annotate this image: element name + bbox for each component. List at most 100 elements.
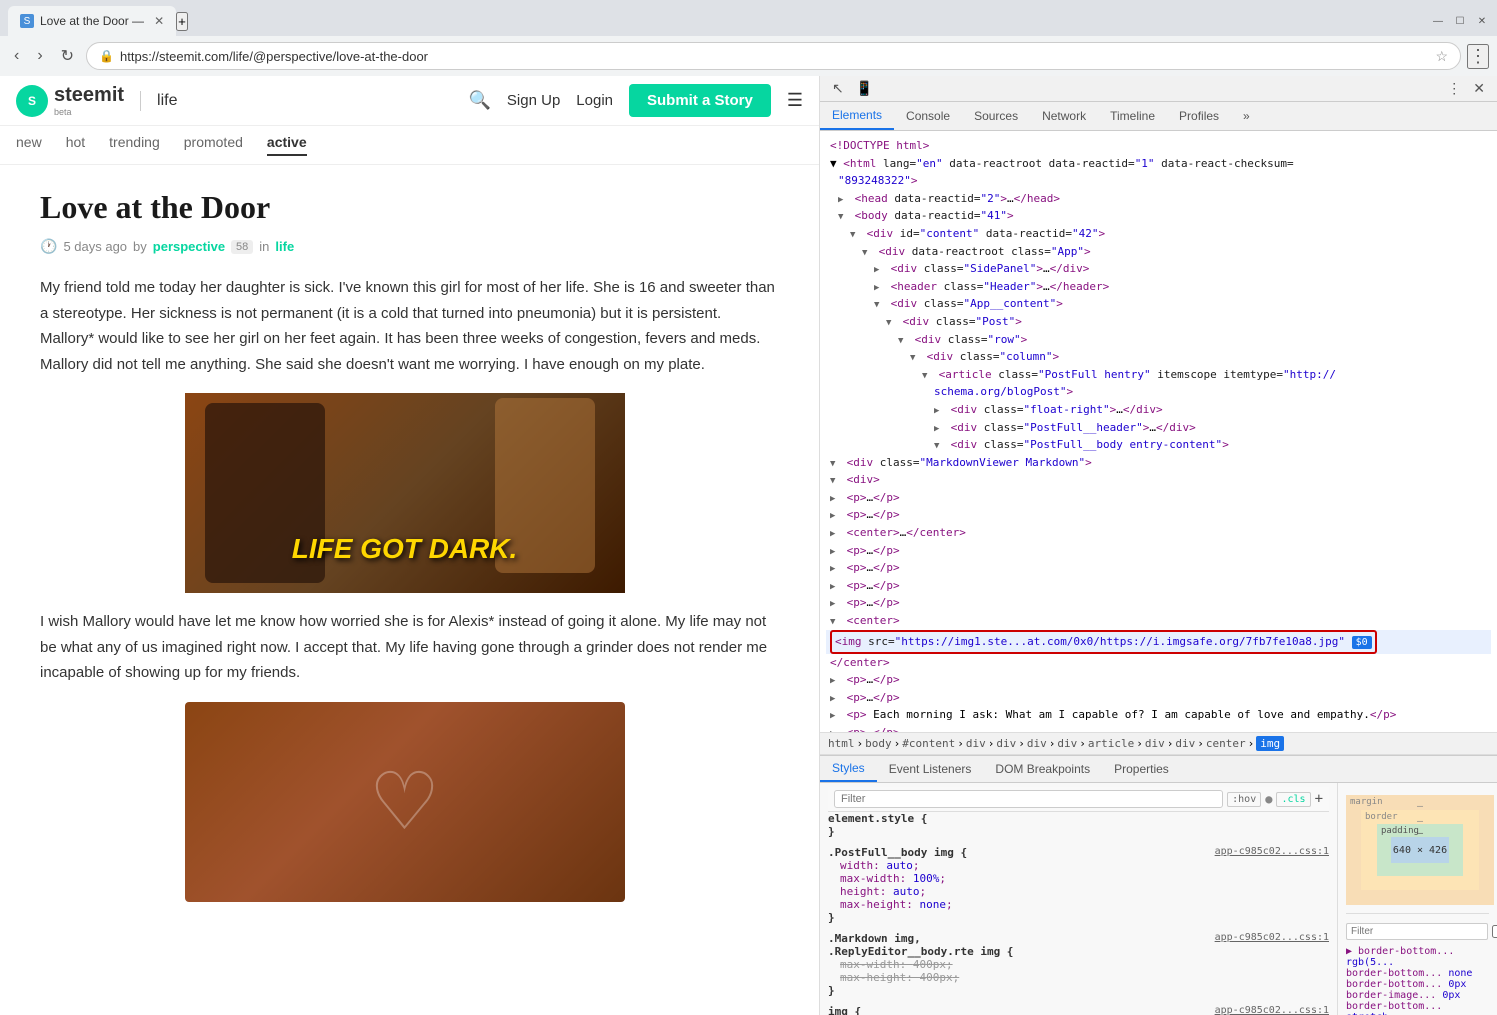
tab-title: Love at the Door — <box>40 14 144 28</box>
computed-prop-4: border-image... 0px <box>1346 990 1489 1001</box>
bottom-tab-dom-breakpoints[interactable]: DOM Breakpoints <box>983 756 1102 782</box>
dom-line-doctype: <!DOCTYPE html> <box>826 137 1491 155</box>
url-bar[interactable]: 🔒 https://steemit.com/life/@perspective/… <box>86 42 1461 70</box>
tab-hot[interactable]: hot <box>66 134 85 156</box>
style-selector-markdown: .Markdown img, <box>828 932 921 945</box>
computed-prop-2: border-bottom... none <box>1346 968 1489 979</box>
back-button[interactable]: ‹ <box>8 43 25 69</box>
css-source-img[interactable]: app-c985c02...css:1 <box>1215 1005 1329 1015</box>
reload-button[interactable]: ↻ <box>55 42 80 70</box>
forward-button[interactable]: › <box>31 43 48 69</box>
style-rule-postfull: .PostFull__body img { app-c985c02...css:… <box>828 846 1329 924</box>
breadcrumb-div1[interactable]: div <box>966 737 986 750</box>
main-layout: S steemit beta life 🔍 Sign Up Login Subm… <box>0 76 1497 1015</box>
dom-line-p3: ▶ <p>…</p> <box>826 542 1491 560</box>
tab-trending[interactable]: trending <box>109 134 160 156</box>
sign-up-button[interactable]: Sign Up <box>507 92 560 109</box>
img-element-highlight: <img src="https://img1.ste...at.com/0x0/… <box>830 630 1377 654</box>
section-link[interactable]: life <box>157 92 177 110</box>
breadcrumb-div2[interactable]: div <box>996 737 1016 750</box>
breadcrumb-content[interactable]: #content <box>902 737 955 750</box>
bottom-tab-properties[interactable]: Properties <box>1102 756 1181 782</box>
css-source-postfull[interactable]: app-c985c02...css:1 <box>1215 846 1329 859</box>
styles-filter-input[interactable] <box>834 790 1223 808</box>
devtools-pointer-button[interactable]: ↖ <box>828 78 848 99</box>
show-all-checkbox[interactable] <box>1492 925 1497 938</box>
maximize-button[interactable]: ☐ <box>1453 14 1467 28</box>
devtools-right-controls: ⋮ ✕ <box>1443 78 1489 99</box>
devtools-close-button[interactable]: ✕ <box>1469 78 1489 99</box>
computed-prop-3: border-bottom... 0px <box>1346 979 1489 990</box>
devtools-device-button[interactable]: 📱 <box>852 78 877 99</box>
bookmark-icon[interactable]: ☆ <box>1435 48 1448 65</box>
breadcrumb-img[interactable]: img <box>1256 736 1284 751</box>
devtools-tab-more[interactable]: » <box>1231 102 1262 130</box>
heart-icon: ♡ <box>369 734 441 870</box>
devtools-tab-timeline[interactable]: Timeline <box>1098 102 1167 130</box>
breadcrumb-div5[interactable]: div <box>1145 737 1165 750</box>
breadcrumb-html[interactable]: html <box>828 737 855 750</box>
add-style-button[interactable]: + <box>1315 791 1323 807</box>
breadcrumb-center[interactable]: center <box>1206 737 1246 750</box>
header-nav: Sign Up Login Submit a Story ☰ <box>507 84 803 117</box>
bottom-tab-styles[interactable]: Styles <box>820 756 877 782</box>
style-rule-postfull-header: .PostFull__body img { app-c985c02...css:… <box>828 846 1329 859</box>
dom-line-markdown: ▼ <div class="MarkdownViewer Markdown"> <box>826 454 1491 472</box>
devtools-tab-network[interactable]: Network <box>1030 102 1098 130</box>
dom-line-column: ▼ <div class="column"> <box>826 348 1491 366</box>
nav-tabs: new hot trending promoted active <box>0 126 819 165</box>
devtools-tab-elements[interactable]: Elements <box>820 102 894 130</box>
submit-story-button[interactable]: Submit a Story <box>629 84 771 117</box>
tab-promoted[interactable]: promoted <box>184 134 243 156</box>
devtools-tab-sources[interactable]: Sources <box>962 102 1030 130</box>
hov-button[interactable]: :hov <box>1227 792 1261 807</box>
dom-line-img[interactable]: <img src="https://img1.ste...at.com/0x0/… <box>826 630 1491 654</box>
style-rule-element-close: } <box>828 825 1329 838</box>
tab-close-button[interactable]: ✕ <box>154 14 164 28</box>
style-rule-postfull-close: } <box>828 911 1329 924</box>
breadcrumb-div4[interactable]: div <box>1057 737 1077 750</box>
tab-new[interactable]: new <box>16 134 42 156</box>
browser-menu-button[interactable]: ⋮ <box>1467 44 1489 69</box>
favicon: S <box>20 14 34 28</box>
login-button[interactable]: Login <box>576 92 613 109</box>
cls-button[interactable]: .cls <box>1276 792 1310 807</box>
site-name[interactable]: steemit <box>54 84 124 107</box>
minimize-button[interactable]: — <box>1431 14 1445 28</box>
author-link[interactable]: perspective <box>153 239 225 254</box>
dom-line-p4: ▶ <p>…</p> <box>826 559 1491 577</box>
devtools-dom-content: <!DOCTYPE html> ▼ <html lang="en" data-r… <box>820 131 1497 732</box>
close-window-button[interactable]: ✕ <box>1475 14 1489 28</box>
devtools-menu-button[interactable]: ⋮ <box>1443 78 1465 99</box>
meme-text: LIFE GOT DARK. <box>292 533 518 564</box>
css-source-markdown[interactable]: app-c985c02...css:1 <box>1215 932 1329 945</box>
dom-tree[interactable]: <!DOCTYPE html> ▼ <html lang="en" data-r… <box>820 131 1497 732</box>
box-model-border: border – padding – 640 × 426 <box>1361 810 1479 890</box>
search-button[interactable]: 🔍 <box>469 90 491 111</box>
breadcrumb-sep-8: › <box>1136 737 1143 750</box>
breadcrumb-div6[interactable]: div <box>1175 737 1195 750</box>
devtools-tab-profiles[interactable]: Profiles <box>1167 102 1231 130</box>
article-image-1: LIFE GOT DARK. <box>185 393 635 593</box>
devtools-top-toolbar: ↖ 📱 ⋮ ✕ <box>820 76 1497 102</box>
breadcrumb-article[interactable]: article <box>1088 737 1134 750</box>
devtools-panel: ↖ 📱 ⋮ ✕ Elements Console Sources Network… <box>820 76 1497 1015</box>
computed-prop-1: ▶ border-bottom... rgb(5... <box>1346 946 1489 968</box>
category-link[interactable]: life <box>275 239 294 254</box>
breadcrumb-div3[interactable]: div <box>1027 737 1047 750</box>
devtools-tab-console[interactable]: Console <box>894 102 962 130</box>
bottom-tab-event-listeners[interactable]: Event Listeners <box>877 756 984 782</box>
styles-content: :hov ● .cls + element.style { } .PostFul… <box>820 783 1497 1015</box>
devtools-tabs: Elements Console Sources Network Timelin… <box>820 102 1497 131</box>
tab-active[interactable]: active <box>267 134 307 156</box>
ssl-icon: 🔒 <box>99 49 114 63</box>
hamburger-menu-button[interactable]: ☰ <box>787 90 803 111</box>
by-label: by <box>133 239 147 254</box>
dom-line-app-content: ▼ <div class="App__content"> <box>826 295 1491 313</box>
breadcrumb-bar: html › body › #content › div › div › div… <box>820 732 1497 755</box>
beta-badge: beta <box>54 107 124 117</box>
new-tab-button[interactable]: + <box>176 12 188 31</box>
breadcrumb-body[interactable]: body <box>865 737 892 750</box>
filter2-input[interactable] <box>1346 923 1488 940</box>
breadcrumb-sep-5: › <box>1018 737 1025 750</box>
